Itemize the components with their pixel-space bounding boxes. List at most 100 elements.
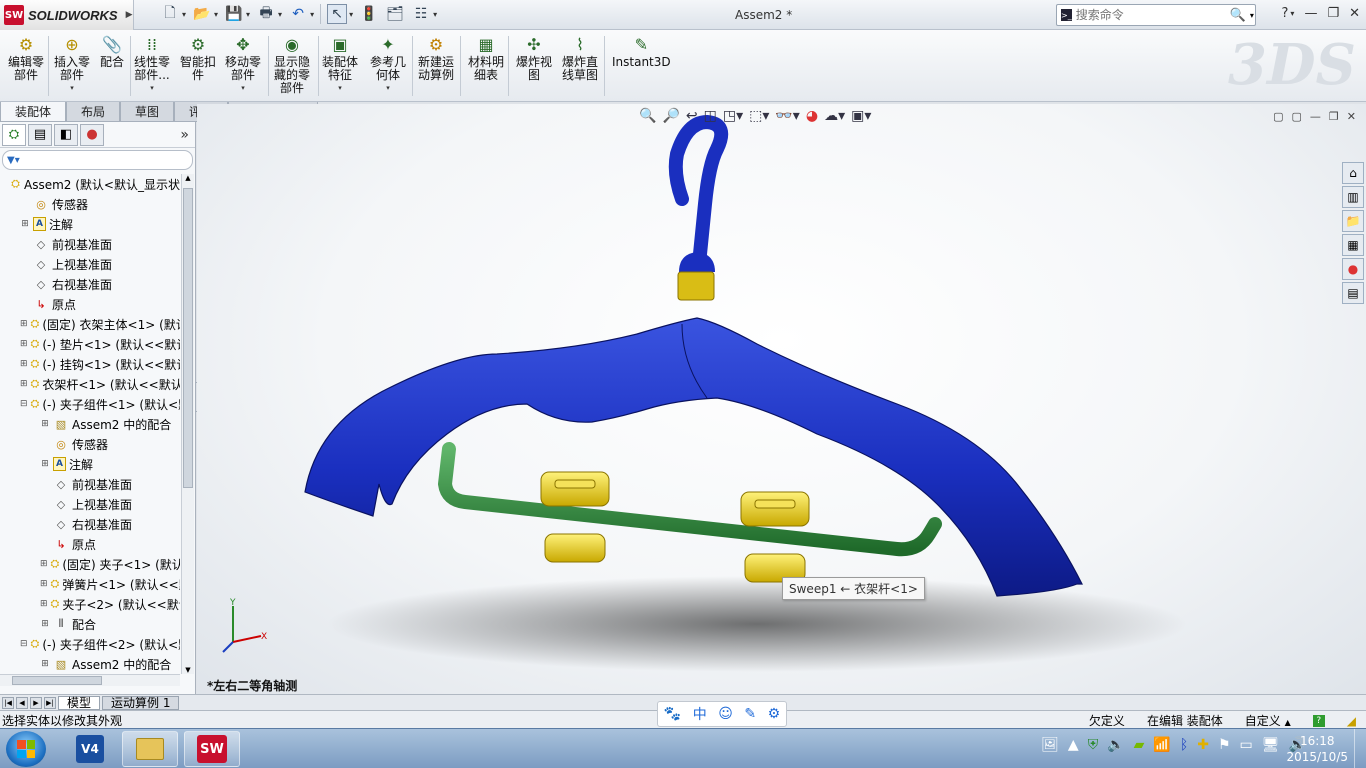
tree-item[interactable]: ◇ 上视基准面 [0,494,180,514]
scroll-thumb[interactable] [183,188,193,488]
tree-item[interactable]: ◇ 上视基准面 [0,254,180,274]
custom-properties-icon[interactable]: ▤ [1342,282,1364,304]
display-style-icon[interactable]: ⬚▾ [749,108,769,124]
tree-item[interactable]: ⊞ ⛭ 衣架杆<1> (默认<<默认 [0,374,180,394]
print-icon[interactable]: 🖶 [256,4,276,24]
ribbon-button-reference-geometry[interactable]: ✦ 参考几 何体 ▾ [370,34,406,95]
file-explorer-icon[interactable]: 📁 [1342,210,1364,232]
hanger-model[interactable] [197,104,1366,694]
bluetooth-icon[interactable]: ᛒ [1180,737,1188,753]
ribbon-button-edit-component[interactable]: ⚙ 编辑零 部件 [8,34,44,82]
tab-model[interactable]: 模型 [58,695,101,710]
ribbon-dropdown-icon[interactable]: ▾ [70,82,74,95]
tree-item[interactable]: ⊞ ⛭ 弹簧片<1> (默认<<默 [0,574,180,594]
tree-item[interactable]: ⊞ ⛭ (固定) 夹子<1> (默认 [0,554,180,574]
design-library-icon[interactable]: ▥ [1342,186,1364,208]
expand-icon[interactable]: ⊞ [40,579,48,589]
tree-item[interactable]: ⊞ ▧ Assem2 中的配合 [0,654,180,674]
zoom-to-area-icon[interactable]: 🔎 [662,108,679,124]
network-icon[interactable]: 📶 [1153,737,1170,753]
search-commands-box[interactable]: >_ 🔍 ▾ [1056,4,1256,26]
last-tab-icon[interactable]: ▶| [44,696,56,709]
cm-tab-2[interactable]: 草图 [120,102,175,122]
prev-tab-icon[interactable]: ◀ [16,696,28,709]
tree-vertical-scrollbar[interactable]: ▲ ▼ [181,174,194,674]
options-dropdown-icon[interactable]: ▾ [433,10,437,19]
select-pointer-icon[interactable]: ↖ [327,4,348,24]
feature-tree-tab-icon[interactable]: ⛭ [2,123,26,146]
property-manager-tab-icon[interactable]: ▤ [28,123,52,146]
configuration-manager-tab-icon[interactable]: ◧ [54,123,78,146]
previous-view-icon[interactable]: ↩ [686,108,698,124]
ribbon-button-exploded-view[interactable]: ✣ 爆炸视 图 [516,34,552,82]
tree-item[interactable]: ⊞ ⛭ (固定) 衣架主体<1> (默认 [0,314,180,334]
units-dropdown-icon[interactable]: ▲ [1285,718,1291,727]
search-icon[interactable]: 🔍 [1230,8,1246,23]
print-dropdown-icon[interactable]: ▾ [278,10,282,19]
expand-icon[interactable]: ⊞ [20,219,30,229]
collapse-icon[interactable]: ⊟ [20,639,28,649]
tree-item[interactable]: ⊟ ⛭ (-) 夹子组件<2> (默认<默 [0,634,180,654]
tree-item[interactable]: ◇ 右视基准面 [0,514,180,534]
scroll-down-icon[interactable]: ▼ [182,666,194,674]
taskbar-app-explorer[interactable] [122,731,178,767]
search-input[interactable] [1075,8,1226,22]
cm-tab-1[interactable]: 布局 [66,102,121,122]
close-button[interactable]: ✕ [1349,6,1360,21]
picture-icon[interactable]: 🖼 [1041,737,1059,753]
hscroll-thumb[interactable] [12,676,102,685]
expand-icon[interactable]: ⊞ [20,379,28,389]
ribbon-button-bom[interactable]: ▦ 材料明 细表 [468,34,504,82]
tree-item[interactable]: ◎ 传感器 [0,194,180,214]
select-dropdown-icon[interactable]: ▾ [349,10,353,19]
expand-icon[interactable]: ⊞ [20,339,28,349]
expand-icon[interactable]: ⊞ [40,559,48,569]
device-icon[interactable]: ▭ [1240,737,1253,753]
open-folder-icon[interactable]: 📂 [192,4,212,24]
tree-item[interactable]: ◇ 前视基准面 [0,474,180,494]
edit-appearance-icon[interactable]: ◕ [806,108,818,124]
tree-item[interactable]: ⊞ ⛭ 夹子<2> (默认<<默认 [0,594,180,614]
open-dropdown-icon[interactable]: ▾ [214,10,218,19]
home-icon[interactable]: ⌂ [1342,162,1364,184]
update-icon[interactable]: ✚ [1197,737,1209,753]
tree-item[interactable]: ⊞ A 注解 [0,454,180,474]
file-properties-icon[interactable]: 🗂 [385,4,405,24]
undo-icon[interactable]: ↶ [288,4,308,24]
action-center-flag-icon[interactable]: ⚑ [1218,737,1231,753]
tree-item[interactable]: ↳ 原点 [0,294,180,314]
expand-panel-icon[interactable]: » [180,127,189,143]
view-orientation-icon[interactable]: ◳▾ [723,108,743,124]
security-shield-icon[interactable]: ⛨ [1088,737,1099,753]
next-tab-icon[interactable]: ▶ [30,696,42,709]
ime-chinese-mode[interactable]: 中 [693,704,707,724]
tree-item[interactable]: ◇ 前视基准面 [0,234,180,254]
expand-icon[interactable]: ⊞ [20,359,28,369]
zoom-to-fit-icon[interactable]: 🔍 [639,108,656,124]
ribbon-button-show-hidden[interactable]: ◉ 显示隐 藏的零 部件 [274,34,310,95]
start-button[interactable] [6,731,46,767]
search-dropdown-icon[interactable]: ▾ [1250,11,1254,20]
appearances-icon[interactable]: ● [1342,258,1364,280]
resize-grip-icon[interactable]: ◢ [1347,714,1356,728]
tree-item[interactable]: ⊞ A 注解 [0,214,180,234]
ime-emoji-icon[interactable]: ☺ [718,706,733,722]
graphics-viewport[interactable]: Y X 🔍 🔎 ↩ ◫ ◳▾ ⬚▾ 👓▾ ◕ ☁▾ ▣▾ ▢ ▢ — ❐ ✕ ⌂… [197,104,1366,694]
expand-icon[interactable]: ⊞ [40,599,48,609]
tree-item[interactable]: ◎ 传感器 [0,434,180,454]
ime-paw-icon[interactable]: 🐾 [664,706,681,722]
rebuild-traffic-light-icon[interactable]: 🚦 [359,4,379,24]
units-custom[interactable]: 自定义 ▲ [1245,712,1291,729]
ribbon-button-explode-line-sketch[interactable]: ⌇ 爆炸直 线草图 [562,34,598,82]
ribbon-button-smart-fasteners[interactable]: ⚙ 智能扣 件 [180,34,216,82]
tree-item[interactable]: ⊞ ⛭ (-) 垫片<1> (默认<<默认 [0,334,180,354]
taskbar-app-v4[interactable]: V4 [62,731,118,767]
options-icon[interactable]: ☷ [411,4,431,24]
ribbon-button-insert-component[interactable]: ⊕ 插入零 部件 ▾ [54,34,90,95]
apply-scene-icon[interactable]: ☁▾ [824,108,845,124]
first-tab-icon[interactable]: |◀ [2,696,14,709]
new-document-icon[interactable]: 🗋 [160,4,180,24]
view-settings-icon[interactable]: ▣▾ [851,108,871,124]
view-palette-icon[interactable]: ▦ [1342,234,1364,256]
tree-item[interactable]: ⊞ ⛭ (-) 挂钩<1> (默认<<默认 [0,354,180,374]
